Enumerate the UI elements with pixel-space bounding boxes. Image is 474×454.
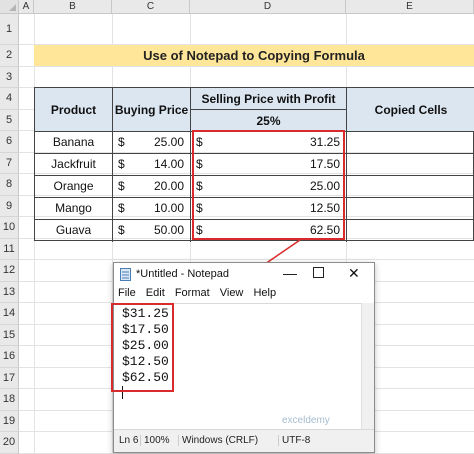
status-encoding: UTF-8 bbox=[278, 435, 310, 446]
text-line: $12.50 bbox=[122, 354, 169, 369]
maximize-icon[interactable] bbox=[313, 267, 324, 278]
notepad-text-area[interactable]: $31.25 $17.50 $25.00 $12.50 $62.50 bbox=[111, 303, 362, 432]
text-line: $31.25 bbox=[122, 306, 169, 321]
notepad-app-icon bbox=[120, 268, 131, 281]
notepad-title: *Untitled - Notepad bbox=[136, 268, 229, 280]
menu-help[interactable]: Help bbox=[253, 287, 276, 299]
text-cursor bbox=[122, 386, 123, 399]
menu-format[interactable]: Format bbox=[175, 287, 210, 299]
status-zoom: 100% bbox=[140, 435, 170, 446]
text-line: $62.50 bbox=[122, 370, 169, 385]
text-line: $17.50 bbox=[122, 322, 169, 337]
notepad-menubar: File Edit Format View Help bbox=[114, 287, 374, 301]
vertical-scrollbar[interactable] bbox=[361, 303, 374, 431]
notepad-statusbar: Ln 6 100% Windows (CRLF) UTF-8 bbox=[114, 429, 374, 452]
close-icon[interactable]: ✕ bbox=[348, 265, 360, 282]
menu-edit[interactable]: Edit bbox=[146, 287, 165, 299]
text-line: $25.00 bbox=[122, 338, 169, 353]
status-position: Ln 6 bbox=[119, 435, 139, 446]
notepad-window: *Untitled - Notepad — ✕ File Edit Format… bbox=[111, 262, 375, 453]
watermark-logo: exceldemy bbox=[282, 415, 330, 426]
status-line-ending: Windows (CRLF) bbox=[178, 435, 258, 446]
minimize-icon[interactable]: — bbox=[283, 265, 297, 281]
spreadsheet: A B C D E 1 2 3 4 5 6 7 8 9 10 11 12 13 14 15 16 17 18 19 2… bbox=[0, 0, 474, 454]
menu-view[interactable]: View bbox=[220, 287, 244, 299]
notepad-titlebar[interactable]: *Untitled - Notepad — ✕ bbox=[114, 263, 374, 285]
menu-file[interactable]: File bbox=[118, 287, 136, 299]
